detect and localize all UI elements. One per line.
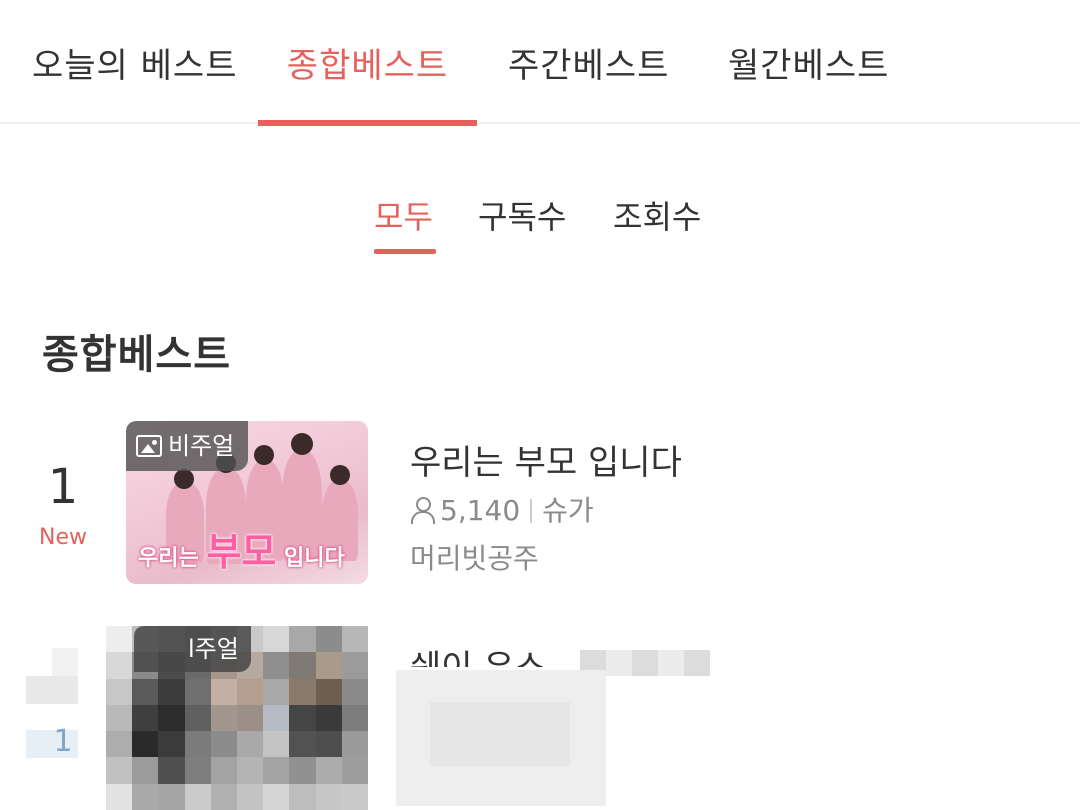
tab-monthly-best[interactable]: 월간베스트 bbox=[728, 38, 888, 124]
visual-badge: 비주얼 bbox=[126, 421, 249, 471]
poster-figure bbox=[174, 469, 194, 489]
poster-figure bbox=[291, 433, 313, 455]
rank-number: 1 bbox=[53, 724, 73, 759]
item-title: 우리는 부모 입니다 bbox=[410, 443, 682, 483]
item-genre: 슈가 bbox=[542, 494, 594, 527]
badge-label: l주얼 bbox=[188, 635, 239, 663]
subscriber-count: 5,140 bbox=[440, 494, 521, 527]
subtab-label: 모두 bbox=[374, 198, 433, 236]
tab-label: 월간베스트 bbox=[728, 46, 890, 86]
item-meta: 5,140 슈가 bbox=[410, 489, 594, 529]
subtab-label: 구독수 bbox=[478, 198, 567, 236]
list-item[interactable]: 1 l주얼 쉐이 우스 bbox=[0, 626, 1080, 810]
visual-badge: l주얼 bbox=[134, 626, 251, 672]
badge-label: 비주얼 bbox=[168, 432, 235, 460]
poster-title-post: 입니다 bbox=[284, 546, 345, 571]
item-author: 머리빗공주 bbox=[410, 542, 539, 575]
tab-overall-best[interactable]: 종합베스트 bbox=[258, 38, 477, 126]
poster-title: 우리는 부모 입니다 bbox=[138, 521, 345, 576]
poster-title-pre: 우리는 bbox=[138, 546, 199, 571]
rank-number: 1 bbox=[47, 459, 79, 515]
blur-block bbox=[26, 676, 78, 704]
poster-figure bbox=[254, 445, 274, 465]
image-icon bbox=[136, 435, 162, 457]
list-item[interactable]: 1 New 우리는 부모 입니다 비주얼 우리는 부모 입니다 5,140 슈가 … bbox=[0, 421, 1080, 586]
blur-block bbox=[430, 702, 570, 766]
top-tab-bar: 오늘의 베스트 종합베스트 주간베스트 월간베스트 bbox=[0, 0, 1080, 126]
subtab-underline bbox=[374, 249, 436, 254]
tab-today-best[interactable]: 오늘의 베스트 bbox=[32, 38, 237, 124]
tab-label: 종합베스트 bbox=[286, 46, 449, 86]
tab-label: 오늘의 베스트 bbox=[32, 46, 238, 86]
subtab-views[interactable]: 조회수 bbox=[613, 192, 707, 254]
blur-block bbox=[52, 648, 78, 676]
divider bbox=[530, 499, 533, 523]
poster-figure bbox=[330, 465, 350, 485]
poster-title-big: 부모 bbox=[206, 530, 277, 574]
subtab-all[interactable]: 모두 bbox=[374, 192, 436, 254]
tab-underline bbox=[258, 120, 477, 126]
subtab-label: 조회수 bbox=[613, 198, 702, 236]
tab-weekly-best[interactable]: 주간베스트 bbox=[508, 38, 668, 124]
tab-label: 주간베스트 bbox=[508, 46, 670, 86]
rank-change: New bbox=[39, 525, 87, 550]
person-icon bbox=[410, 497, 435, 524]
section-title: 종합베스트 bbox=[42, 332, 231, 378]
thumbnail: 우리는 부모 입니다 비주얼 bbox=[126, 421, 368, 584]
subtab-subscribers[interactable]: 구독수 bbox=[478, 192, 572, 254]
